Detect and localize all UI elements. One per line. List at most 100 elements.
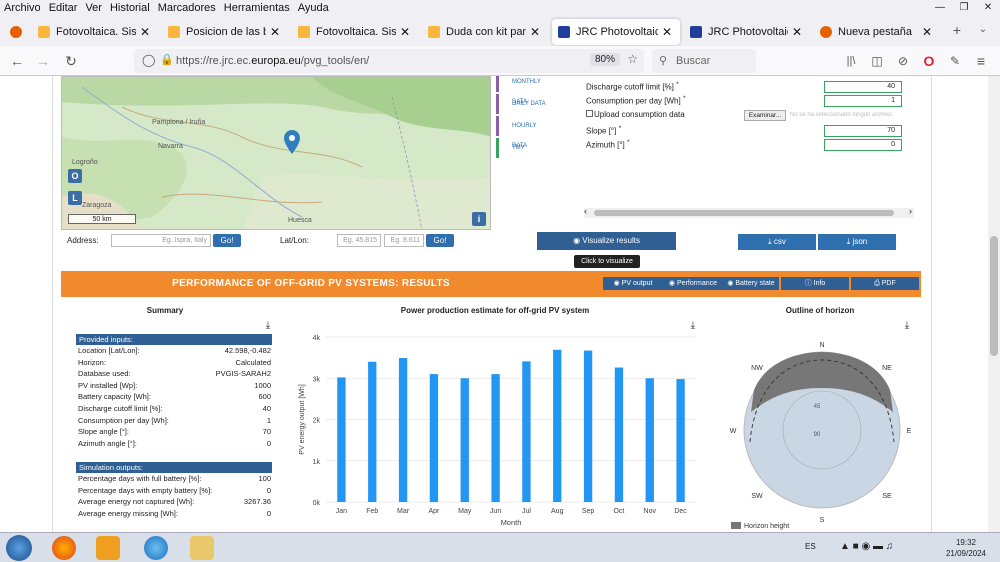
url-bar[interactable]: ◯ 🔒 https://re.jrc.ec.europa.eu/pvg_tool… [134,49,644,73]
menu-icon[interactable]: ≡ [972,52,990,70]
summary-row-value: 0 [266,485,271,495]
tab-duda-kit[interactable]: Duda con kit paneles s ✕ [422,19,548,45]
shield-icon[interactable]: ◯ [142,53,155,67]
tab-hourly-data[interactable]: HOURLY DATA [496,116,546,149]
scrollbar-thumb[interactable] [990,236,998,356]
clock[interactable]: 19:32 21/09/2024 [946,537,986,559]
y-tick-label: 4k [313,335,321,342]
tab-posicion-baterias[interactable]: Posicion de las baterias ✕ [162,19,288,45]
media-player-icon[interactable] [96,536,120,560]
summary-row-value: 0 [266,508,271,518]
sidebar-icon[interactable]: ◫ [868,52,886,70]
tab-daily-data[interactable]: DAILY DATA [496,94,546,114]
internet-explorer-icon[interactable] [144,536,168,560]
summary-row-label: Percentage days with empty battery [%]: [78,485,213,495]
firefox-taskbar-icon[interactable] [52,536,76,560]
menu-marcadores[interactable]: Marcadores [154,2,220,14]
close-icon[interactable]: ✕ [792,25,802,39]
bookmark-star-icon[interactable]: ☆ [627,52,638,66]
close-icon[interactable]: ✕ [400,25,410,39]
close-icon[interactable]: ✕ [530,25,540,39]
close-icon[interactable]: ✕ [140,25,150,39]
scroll-right-icon[interactable]: › [909,206,912,216]
tab-monthly-data[interactable]: MONTHLY DATA [496,76,546,105]
start-button[interactable] [6,535,32,561]
tab-tmy[interactable]: TMY [496,138,546,158]
tray-icons[interactable]: ▲ ■ ◉ ▬ ♫ [840,541,893,552]
map-info-button[interactable]: i [472,212,486,226]
new-tab-button[interactable]: + [948,21,966,39]
bar-jun [491,374,500,502]
menu-ayuda[interactable]: Ayuda [294,2,333,14]
lock-icon[interactable]: 🔒 [160,53,174,66]
dir-e: E [907,428,912,435]
address-go-button[interactable]: Go! [213,234,241,247]
file-explorer-icon[interactable] [190,536,214,560]
close-window-button[interactable]: ✕ [976,0,1000,16]
opera-icon[interactable]: O [920,52,938,70]
upload-consumption-checkbox[interactable]: Upload consumption data [586,110,685,119]
address-input[interactable]: Eg. Ispra, Italy [111,234,211,247]
menu-herramientas[interactable]: Herramientas [220,2,294,14]
csv-download-button[interactable]: ⤓ csv [738,234,816,250]
pv-output-button[interactable]: ◉ PV output [603,277,663,290]
y-axis-label: PV energy output [Wh] [299,384,306,454]
restore-button[interactable]: ❐ [952,0,976,16]
visualize-results-button[interactable]: ◉ Visualize results [537,232,676,250]
slope-input[interactable]: 70 [824,125,902,137]
tab-firefox-view[interactable] [4,19,28,45]
lat-input[interactable]: Eg. 45.815 [337,234,381,247]
menu-ver[interactable]: Ver [81,2,106,14]
json-download-button[interactable]: ⤓ json [818,234,896,250]
summary-row: Consumption per day [Wh]: 1 [78,416,271,427]
tab-jrc-active[interactable]: JRC Photovoltaic Geog ✕ [552,19,680,45]
close-icon[interactable]: ✕ [662,25,672,39]
close-icon[interactable]: ✕ [922,25,932,39]
tab-fotovoltaica-1[interactable]: Fotovoltaica. Sistemas ✕ [32,19,158,45]
discharge-input[interactable]: 40 [824,81,902,93]
dir-se: SE [882,493,892,500]
menu-historial[interactable]: Historial [106,2,154,14]
panel-horizontal-scrollbar[interactable]: ‹ › [584,206,914,218]
azimuth-input[interactable]: 0 [824,139,902,151]
back-button[interactable]: ← [8,52,26,70]
battery-state-button[interactable]: ◉ Battery state [723,277,779,290]
map-view[interactable]: Pamplona / Iruña Navarra Huesca Logroño … [61,76,491,230]
minimize-button[interactable]: — [928,0,952,16]
latlon-label: Lat/Lon: [280,236,309,245]
lon-input[interactable]: Eg. 8.611 [384,234,424,247]
block-icon[interactable]: ⊘ [894,52,912,70]
browse-button[interactable]: Examinar... [744,110,786,121]
close-icon[interactable]: ✕ [270,25,280,39]
zoom-level[interactable]: 80% [589,53,620,66]
page-vertical-scrollbar[interactable] [988,76,1000,532]
bar-aug [553,349,562,502]
bar-may [460,378,469,502]
summary-row: Horizon: Calculated [78,358,271,369]
ring-label-45: 45 [814,404,821,410]
library-icon[interactable]: ||\ [842,52,860,70]
tab-jrc-2[interactable]: JRC Photovoltaic Geog ✕ [684,19,810,45]
summary-download-icon[interactable]: ⤓ [263,321,273,331]
chart-download-icon[interactable]: ⤓ [688,321,698,331]
menu-archivo[interactable]: Archivo [0,2,45,14]
pdf-button[interactable]: ⎙ PDF [851,277,919,290]
latlon-go-button[interactable]: Go! [426,234,454,247]
search-input[interactable]: ⚲ Buscar [652,49,756,73]
forward-button[interactable]: → [34,52,52,70]
performance-button[interactable]: ◉ Performance [663,277,723,290]
reload-button[interactable]: ↻ [62,52,80,70]
tab-nueva[interactable]: Nueva pestaña ✕ [814,19,940,45]
language-indicator[interactable]: ES [805,542,816,551]
map-button-o[interactable]: O [68,169,82,183]
info-button[interactable]: ⓘ Info [781,277,849,290]
menu-editar[interactable]: Editar [45,2,82,14]
map-button-l[interactable]: L [68,191,82,205]
horizon-download-icon[interactable]: ⤓ [902,321,912,331]
extensions-icon[interactable]: ✎ [946,52,964,70]
tab-fotovoltaica-2[interactable]: Fotovoltaica. Sistemas ✕ [292,19,418,45]
scroll-left-icon[interactable]: ‹ [584,206,587,216]
consumption-input[interactable]: 1 [824,95,902,107]
map-pin-icon[interactable] [284,130,300,154]
tab-list-button[interactable]: ⌄ [974,21,992,39]
